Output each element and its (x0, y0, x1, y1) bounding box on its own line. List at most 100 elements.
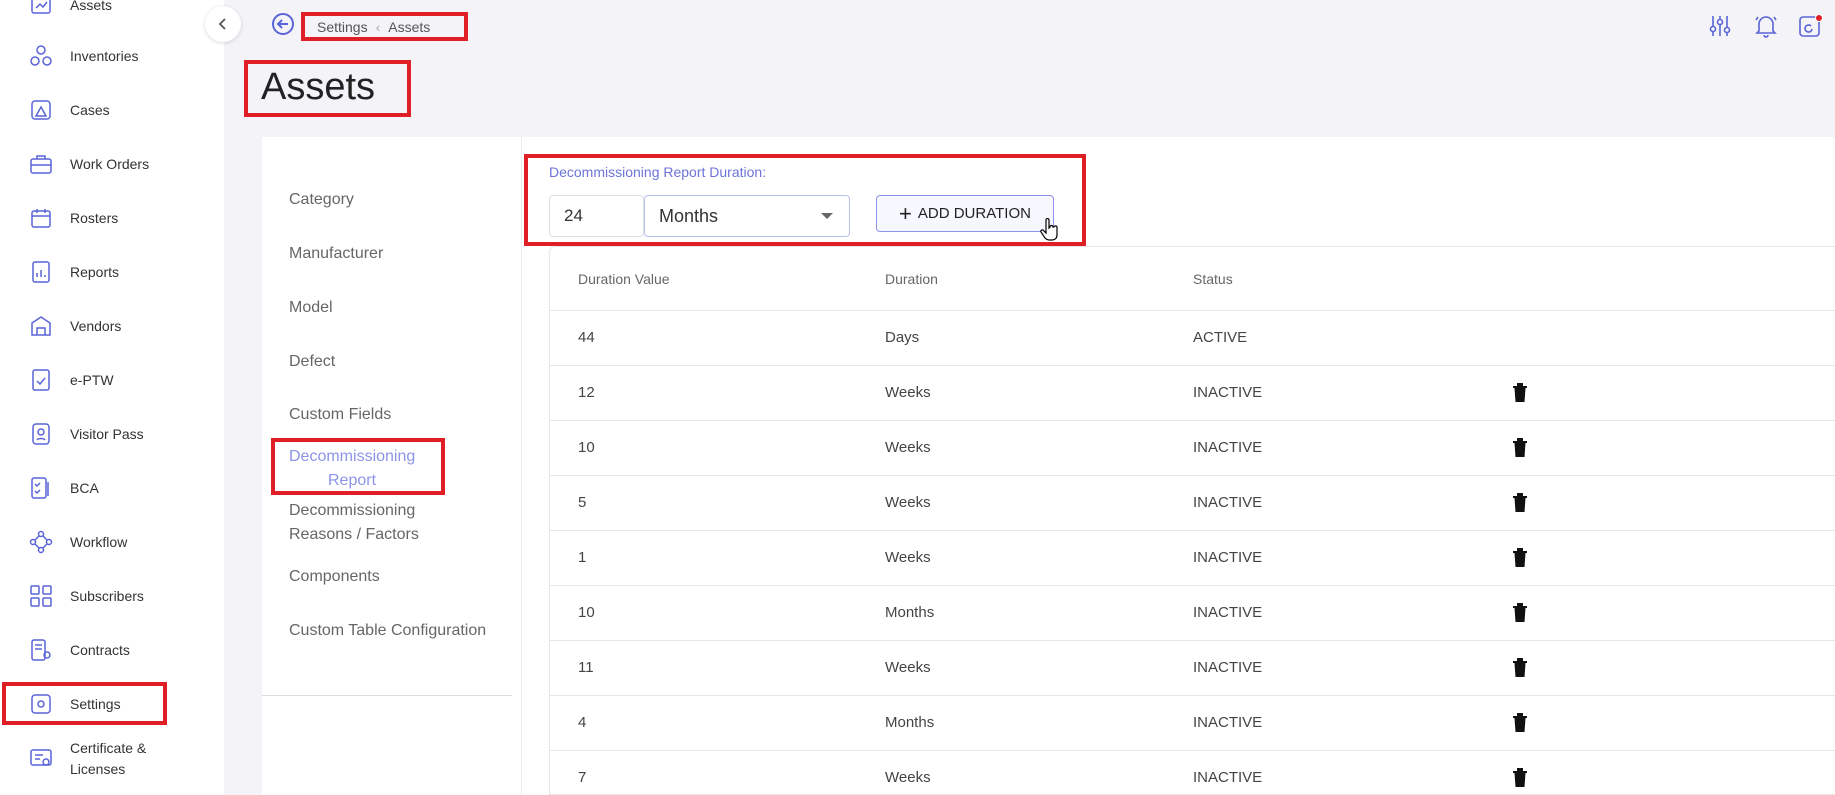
cell-duration-value: 10 (578, 604, 595, 621)
menu-item-custom-table-configuration[interactable]: Custom Table Configuration (289, 619, 486, 643)
cell-duration: Weeks (885, 384, 931, 401)
cell-duration: Weeks (885, 494, 931, 511)
bell-icon[interactable] (1753, 13, 1779, 39)
sidebar-item-work-orders[interactable]: Work Orders (0, 141, 224, 187)
trash-icon[interactable] (1512, 547, 1528, 567)
cell-status: INACTIVE (1193, 549, 1263, 566)
menu-item-defect[interactable]: Defect (289, 350, 335, 374)
contracts-icon (28, 637, 54, 663)
sidebar-item-rosters[interactable]: Rosters (0, 195, 224, 241)
table-row: 10 Months INACTIVE (550, 586, 1835, 641)
filter-sliders-icon[interactable] (1707, 13, 1733, 39)
add-duration-button[interactable]: + ADD DURATION (876, 195, 1054, 232)
reports-icon (28, 259, 54, 285)
trash-icon[interactable] (1512, 657, 1528, 677)
decommissioning-report-highlight (271, 438, 445, 495)
menu-item-decommissioning-reasons[interactable]: Decommissioning Reasons / Factors (289, 499, 419, 547)
breadcrumb-parent[interactable]: Settings (317, 19, 368, 35)
duration-unit-select[interactable]: Months (644, 195, 850, 237)
trash-icon[interactable] (1512, 492, 1528, 512)
menu-item-custom-fields[interactable]: Custom Fields (289, 403, 391, 427)
breadcrumb-current: Assets (388, 18, 431, 35)
sidebar-item-certificate-licenses[interactable]: Certificate & Licenses (0, 735, 224, 783)
workflow-icon (28, 529, 54, 555)
sidebar-item-label: BCA (70, 479, 99, 496)
cell-duration: Weeks (885, 659, 931, 676)
cell-duration: Months (885, 714, 935, 731)
duration-value-input[interactable] (549, 195, 644, 237)
cell-duration: Weeks (885, 549, 931, 566)
rosters-icon (28, 205, 54, 231)
sidebar-item-label: Work Orders (70, 155, 150, 172)
sidebar-item-label: Visitor Pass (70, 425, 144, 442)
table-row: 1 Weeks INACTIVE (550, 531, 1835, 586)
sidebar-item-visitor-pass[interactable]: Visitor Pass (0, 411, 224, 457)
cell-status: ACTIVE (1193, 329, 1248, 346)
cell-duration: Days (885, 329, 920, 346)
add-duration-label: ADD DURATION (917, 205, 1031, 222)
table-row: 5 Weeks INACTIVE (550, 476, 1835, 531)
work-orders-icon (28, 151, 54, 177)
menu-item-manufacturer[interactable]: Manufacturer (289, 242, 383, 266)
menu-item-model[interactable]: Model (289, 296, 333, 320)
duration-table: Duration Value Duration Status 44 Days A… (549, 246, 1835, 795)
menu-item-category[interactable]: Category (289, 188, 354, 212)
cell-status: INACTIVE (1193, 494, 1263, 511)
cell-status: INACTIVE (1193, 769, 1263, 786)
duration-unit-value: Months (659, 205, 719, 226)
sidebar-item-label: Vendors (70, 317, 122, 334)
cell-duration-value: 7 (578, 769, 587, 786)
caret-down-icon (821, 213, 833, 219)
trash-icon[interactable] (1512, 767, 1528, 787)
sidebar: Assets Inventories Cases Work Orders Ros… (0, 0, 224, 795)
sidebar-item-subscribers[interactable]: Subscribers (0, 573, 224, 619)
trash-icon[interactable] (1512, 382, 1528, 402)
page-title: Assets (261, 66, 376, 108)
cell-duration-value: 12 (578, 384, 595, 401)
sidebar-item-assets[interactable]: Assets (0, 0, 224, 28)
sidebar-item-vendors[interactable]: Vendors (0, 303, 224, 349)
trash-icon[interactable] (1512, 602, 1528, 622)
table-row: 7 Weeks INACTIVE (550, 751, 1835, 795)
sidebar-item-reports[interactable]: Reports (0, 249, 224, 295)
cell-status: INACTIVE (1193, 439, 1263, 456)
table-row: 12 Weeks INACTIVE (550, 366, 1835, 421)
column-header-status: Status (1193, 271, 1233, 287)
sidebar-item-eptw[interactable]: e-PTW (0, 357, 224, 403)
table-header: Duration Value Duration Status (550, 247, 1835, 311)
table-row: 44 Days ACTIVE (550, 311, 1835, 366)
sidebar-item-contracts[interactable]: Contracts (0, 627, 224, 673)
sidebar-item-workflow[interactable]: Workflow (0, 519, 224, 565)
vendors-icon (28, 313, 54, 339)
assets-icon (28, 0, 54, 18)
sidebar-item-label: Subscribers (70, 587, 144, 604)
sidebar-item-label: Rosters (70, 209, 119, 226)
menu-item-components[interactable]: Components (289, 565, 380, 589)
column-header-duration: Duration (885, 271, 938, 287)
settings-highlight (2, 682, 167, 725)
sidebar-item-label: Assets (70, 0, 113, 13)
eptw-icon (28, 367, 54, 393)
sidebar-item-cases[interactable]: Cases (0, 87, 224, 133)
table-row: 4 Months INACTIVE (550, 696, 1835, 751)
cell-duration: Weeks (885, 439, 931, 456)
subscribers-icon (28, 583, 54, 609)
trash-icon[interactable] (1512, 712, 1528, 732)
collapse-sidebar-button[interactable] (205, 6, 241, 42)
menu-divider (262, 695, 512, 696)
calendar-refresh-icon[interactable] (1797, 13, 1823, 39)
back-button[interactable] (271, 12, 295, 36)
cell-duration-value: 4 (578, 714, 587, 731)
sidebar-item-label: Certificate & Licenses (70, 740, 147, 777)
cell-duration-value: 44 (578, 329, 595, 346)
hand-cursor-icon (1040, 217, 1058, 247)
breadcrumb: Settings ‹ Assets (301, 12, 468, 41)
table-row: 10 Weeks INACTIVE (550, 421, 1835, 476)
certificate-icon (28, 746, 54, 772)
cell-duration-value: 1 (578, 549, 587, 566)
sidebar-item-inventories[interactable]: Inventories (0, 33, 224, 79)
visitor-pass-icon (28, 421, 54, 447)
chevron-left-icon: ‹ (375, 18, 381, 35)
sidebar-item-bca[interactable]: BCA (0, 465, 224, 511)
trash-icon[interactable] (1512, 437, 1528, 457)
